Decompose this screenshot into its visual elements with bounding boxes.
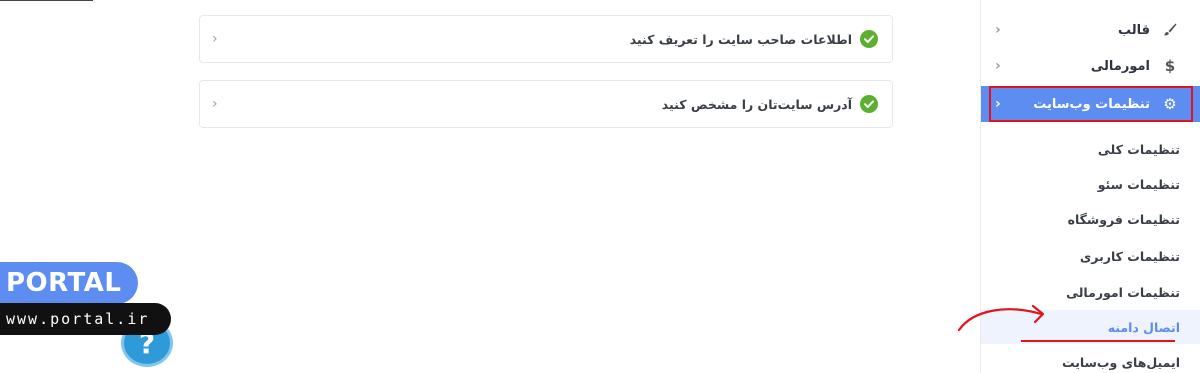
submenu-item-label: تنظیمات سئو — [1097, 176, 1180, 192]
submenu-item-shop-settings[interactable]: تنظیمات فروشگاه — [981, 202, 1200, 236]
submenu-item-user-settings[interactable]: تنظیمات کاربری — [981, 239, 1200, 273]
task-card-label: اطلاعات صاحب سایت را تعریف کنید — [629, 31, 852, 47]
submenu-item-general-settings[interactable]: تنظیمات کلی — [981, 132, 1200, 166]
task-card-owner-info[interactable]: اطلاعات صاحب سایت را تعریف کنید ‹ — [199, 15, 893, 63]
submenu-item-website-emails[interactable]: ایمیل‌های وب‌سایت — [981, 345, 1200, 373]
task-card-site-address[interactable]: آدرس سایت‌تان را مشخص کنید ‹ — [199, 80, 893, 128]
submenu-item-label: اتصال دامنه — [1107, 319, 1180, 335]
brush-icon — [1160, 20, 1180, 40]
dollar-icon: $ — [1164, 57, 1176, 75]
sidebar-item-label: قالب — [1117, 22, 1150, 38]
submenu-item-label: تنظیمات فروشگاه — [1067, 211, 1180, 227]
check-circle-icon — [860, 95, 878, 113]
sidebar-item-template[interactable]: قالب ‹ — [981, 12, 1200, 48]
submenu-item-label: تنظیمات امورمالی — [1066, 284, 1180, 300]
submenu-item-label: ایمیل‌های وب‌سایت — [1061, 354, 1180, 370]
chevron-left-icon: ‹ — [212, 96, 218, 112]
annotation-arrow-icon — [957, 304, 1045, 332]
task-card-label: آدرس سایت‌تان را مشخص کنید — [661, 96, 852, 112]
gear-icon: ⚙ — [1163, 95, 1177, 113]
sidebar-item-label: تنظیمات وب‌سایت — [1033, 96, 1150, 112]
submenu-item-seo-settings[interactable]: تنظیمات سئو — [981, 167, 1200, 201]
watermark-url: www.portal.ir — [0, 303, 171, 335]
watermark-brand: PORTAL — [0, 262, 138, 304]
chevron-left-icon: ‹ — [995, 58, 1001, 74]
sidebar-item-finance[interactable]: $ امورمالی ‹ — [981, 48, 1200, 84]
submenu-item-label: تنظیمات کاربری — [1079, 248, 1180, 264]
top-divider — [0, 0, 93, 1]
chevron-left-icon: ‹ — [995, 96, 1001, 112]
submenu-item-label: تنظیمات کلی — [1097, 141, 1180, 157]
chevron-left-icon: ‹ — [995, 22, 1001, 38]
highlight-underline — [1021, 340, 1175, 342]
sidebar-item-label: امورمالی — [1090, 58, 1150, 74]
check-circle-icon — [860, 30, 878, 48]
chevron-left-icon: ‹ — [212, 31, 218, 47]
sidebar-item-website-settings[interactable]: ⚙ تنظیمات وب‌سایت ‹ — [981, 86, 1200, 122]
